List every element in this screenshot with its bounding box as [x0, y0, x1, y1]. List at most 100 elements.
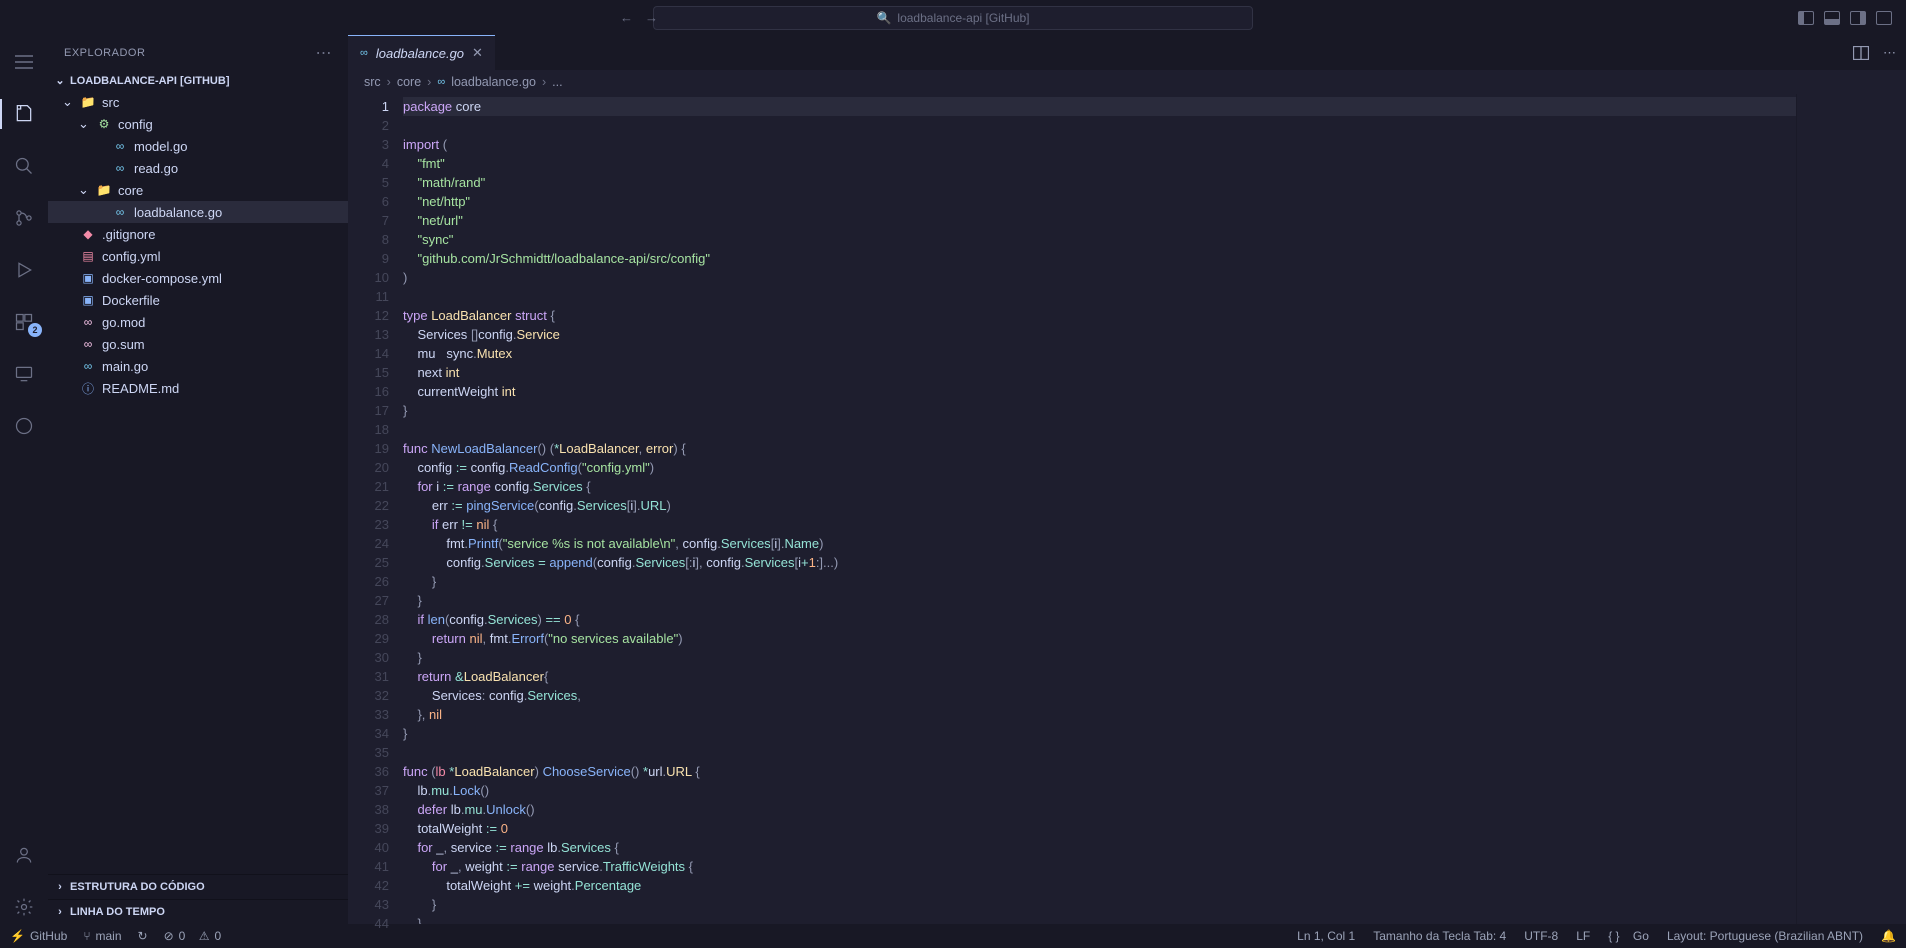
chevron-down-icon: ⌄: [62, 94, 74, 110]
command-center-search[interactable]: 🔍 loadbalance-api [GitHub]: [653, 6, 1253, 30]
go-icon: ∞: [112, 205, 128, 219]
language-icon: { }: [1608, 929, 1619, 943]
split-editor-icon[interactable]: [1853, 46, 1869, 60]
branch-indicator[interactable]: ⑂main: [83, 929, 121, 943]
folder-root-toggle[interactable]: ⌄ LOADBALANCE-API [GITHUB]: [48, 70, 348, 91]
tree-item-label: go.sum: [102, 337, 145, 352]
tab-loadbalance-go[interactable]: ∞ loadbalance.go ✕: [348, 35, 495, 70]
editor-tabs: ∞ loadbalance.go ✕ ⋯: [348, 35, 1906, 70]
problems-indicator[interactable]: ⊘0 ⚠0: [164, 929, 222, 943]
sidebar-more-icon[interactable]: ⋯: [316, 43, 333, 63]
tree-file[interactable]: ⓘ README.md: [48, 377, 348, 399]
go-file-icon: ∞: [437, 76, 445, 88]
status-bar: ⚡GitHub ⑂main ↻ ⊘0 ⚠0 Ln 1, Col 1 Tamanh…: [0, 924, 1906, 948]
run-debug-icon[interactable]: [0, 253, 48, 287]
folder-root-label: LOADBALANCE-API [GITHUB]: [70, 75, 229, 87]
chevron-right-icon: ›: [54, 881, 66, 893]
editor-more-icon[interactable]: ⋯: [1883, 45, 1896, 61]
close-tab-icon[interactable]: ✕: [472, 45, 483, 61]
tree-item-label: go.mod: [102, 315, 145, 330]
tree-folder[interactable]: ⌄ 📁 src: [48, 91, 348, 113]
language-mode[interactable]: { } Go: [1608, 929, 1649, 943]
keyboard-layout[interactable]: Layout: Portuguese (Brazilian ABNT): [1667, 929, 1863, 943]
toggle-panel-icon[interactable]: [1824, 11, 1840, 25]
go-icon: ∞: [80, 359, 96, 373]
tree-file[interactable]: ▣ docker-compose.yml: [48, 267, 348, 289]
minimap[interactable]: [1796, 94, 1906, 924]
error-icon: ⊘: [164, 929, 174, 943]
chevron-right-icon: ›: [54, 906, 66, 918]
accounts-icon[interactable]: [0, 838, 48, 872]
search-text: loadbalance-api [GitHub]: [897, 11, 1029, 25]
search-icon: 🔍: [876, 11, 891, 25]
md-icon: ⓘ: [80, 380, 96, 397]
folder-icon: 📁: [96, 183, 112, 197]
tree-file[interactable]: ∞ go.mod: [48, 311, 348, 333]
docker-icon: ▣: [80, 293, 96, 307]
tree-item-label: config: [118, 117, 153, 132]
sync-icon: ↻: [138, 929, 148, 943]
editor-area: ∞ loadbalance.go ✕ ⋯ src› core› ∞ loadba…: [348, 35, 1906, 924]
sync-button[interactable]: ↻: [138, 929, 148, 943]
tree-folder[interactable]: ⌄⚙config: [48, 113, 348, 135]
tree-folder[interactable]: ⌄📁core: [48, 179, 348, 201]
mod-icon: ∞: [80, 315, 96, 329]
toggle-secondary-sidebar-icon[interactable]: [1850, 11, 1866, 25]
tree-item-label: loadbalance.go: [134, 205, 222, 220]
go-file-icon: ∞: [360, 47, 368, 59]
remote-indicator[interactable]: ⚡GitHub: [10, 929, 67, 943]
tree-item-label: config.yml: [102, 249, 161, 264]
chevron-down-icon: ⌄: [78, 116, 90, 132]
tree-file[interactable]: ▤config.yml: [48, 245, 348, 267]
folder-icon: 📁: [80, 95, 96, 109]
branch-icon: ⑂: [83, 929, 90, 943]
cursor-position[interactable]: Ln 1, Col 1: [1297, 929, 1355, 943]
tree-file[interactable]: ∞ model.go: [48, 135, 348, 157]
notifications-icon[interactable]: 🔔: [1881, 929, 1896, 943]
extensions-badge: 2: [28, 323, 42, 337]
explorer-icon[interactable]: [0, 97, 48, 131]
toggle-primary-sidebar-icon[interactable]: [1798, 11, 1814, 25]
indentation-indicator[interactable]: Tamanho da Tecla Tab: 4: [1373, 929, 1506, 943]
nav-back-icon[interactable]: ←: [620, 10, 633, 25]
tree-file[interactable]: ▣Dockerfile: [48, 289, 348, 311]
outline-panel-toggle[interactable]: ›ESTRUTURA DO CÓDIGO: [48, 874, 348, 899]
breadcrumbs[interactable]: src› core› ∞ loadbalance.go› ...: [348, 70, 1906, 94]
source-control-icon[interactable]: [0, 201, 48, 235]
title-bar: ← → 🔍 loadbalance-api [GitHub]: [0, 0, 1906, 35]
tree-item-label: .gitignore: [102, 227, 155, 242]
tree-item-label: docker-compose.yml: [102, 271, 222, 286]
chevron-down-icon: ⌄: [54, 74, 66, 87]
chevron-down-icon: ⌄: [78, 182, 90, 198]
activity-bar: 2: [0, 35, 48, 924]
file-tree: ⌄📁src⌄⚙config∞model.go∞read.go⌄📁core∞loa…: [48, 91, 348, 874]
remote-explorer-icon[interactable]: [0, 357, 48, 391]
search-activity-icon[interactable]: [0, 149, 48, 183]
docker-icon: ▣: [80, 271, 96, 285]
extensions-icon[interactable]: 2: [0, 305, 48, 339]
warning-icon: ⚠: [199, 929, 210, 943]
github-icon[interactable]: [0, 409, 48, 443]
eol-indicator[interactable]: LF: [1576, 929, 1590, 943]
nav-forward-icon[interactable]: →: [645, 10, 658, 25]
tab-label: loadbalance.go: [376, 46, 464, 61]
line-number-gutter: 1234567891011121314151617181920212223242…: [348, 94, 403, 924]
tree-item-label: read.go: [134, 161, 178, 176]
tree-file[interactable]: ∞ loadbalance.go: [48, 201, 348, 223]
tree-item-label: src: [102, 95, 119, 110]
encoding-indicator[interactable]: UTF-8: [1524, 929, 1558, 943]
tree-item-label: main.go: [102, 359, 148, 374]
settings-gear-icon[interactable]: [0, 890, 48, 924]
tree-file[interactable]: ◆.gitignore: [48, 223, 348, 245]
menu-icon[interactable]: [0, 45, 48, 79]
customize-layout-icon[interactable]: [1876, 11, 1892, 25]
sidebar-title: EXPLORADOR: [64, 47, 145, 59]
timeline-panel-toggle[interactable]: ›LINHA DO TEMPO: [48, 899, 348, 924]
tree-file[interactable]: ∞go.sum: [48, 333, 348, 355]
go-icon: ∞: [112, 139, 128, 153]
tree-file[interactable]: ∞read.go: [48, 157, 348, 179]
tree-file[interactable]: ∞ main.go: [48, 355, 348, 377]
code-editor[interactable]: package core import ( "fmt" "math/rand" …: [403, 94, 1796, 924]
tree-item-label: README.md: [102, 381, 179, 396]
tree-item-label: model.go: [134, 139, 187, 154]
